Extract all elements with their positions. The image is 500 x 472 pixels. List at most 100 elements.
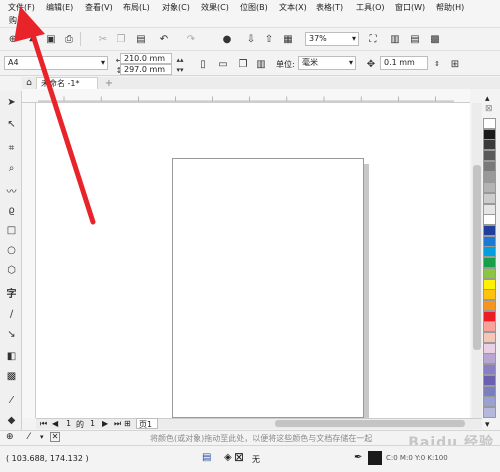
rectangle-tool-icon[interactable]: □ <box>4 223 19 238</box>
menu-tools[interactable]: 工具(O) <box>356 2 385 13</box>
no-color-swatch-icon[interactable]: ✕ <box>50 432 60 442</box>
show-rulers-icon[interactable]: ▥ <box>388 32 402 46</box>
publish-pdf-icon[interactable]: ▦ <box>281 32 295 46</box>
undo-icon[interactable]: ↶ <box>157 32 171 46</box>
menu-table[interactable]: 表格(T) <box>316 2 343 13</box>
add-page-icon[interactable]: ⊞ <box>124 419 131 428</box>
first-page-icon[interactable]: ⏮ <box>40 419 47 429</box>
import-icon[interactable]: ⇩ <box>244 32 258 46</box>
color-swatch[interactable] <box>483 364 496 376</box>
freehand-tool-icon[interactable]: 〰 <box>4 183 19 198</box>
palette-scroll-up-icon[interactable]: ▴ <box>485 94 490 104</box>
color-swatch[interactable] <box>483 128 496 140</box>
color-swatch[interactable] <box>483 406 496 418</box>
pick-tool-icon[interactable]: ➤ <box>4 95 19 110</box>
color-swatch[interactable] <box>483 385 496 397</box>
no-color-icon[interactable]: ⊠ <box>485 104 493 114</box>
page-height-field[interactable]: 297.0 mm <box>120 64 172 75</box>
open-folder-icon[interactable]: ▰ <box>26 32 40 46</box>
transparency-icon[interactable]: ▩ <box>4 369 19 384</box>
page-width-field[interactable]: 210.0 mm <box>120 53 172 64</box>
menu-text[interactable]: 文本(X) <box>279 2 307 13</box>
shape-tool-icon[interactable]: ↖ <box>4 117 19 132</box>
color-swatch[interactable] <box>483 332 496 343</box>
color-swatch[interactable] <box>483 321 496 333</box>
export-icon[interactable]: ⇧ <box>262 32 276 46</box>
text-tool-icon[interactable]: 字 <box>4 285 19 300</box>
copy-icon[interactable]: ❐ <box>114 32 128 46</box>
color-swatch[interactable] <box>483 139 496 151</box>
color-swatch[interactable] <box>483 342 496 354</box>
current-page-icon[interactable]: ▥ <box>254 57 268 71</box>
document-tab[interactable]: 未命名 -1* <box>36 77 98 89</box>
ellipse-tool-icon[interactable]: ○ <box>4 243 19 258</box>
previous-page-icon[interactable]: ◀ <box>52 419 58 428</box>
color-swatch[interactable] <box>483 374 496 386</box>
color-swatch[interactable] <box>483 299 496 311</box>
color-swatch[interactable] <box>483 160 496 172</box>
color-swatch[interactable] <box>483 235 496 247</box>
home-icon[interactable]: ⌂ <box>22 76 36 90</box>
menu-object[interactable]: 对象(C) <box>162 2 190 13</box>
connector-tool-icon[interactable]: ↘ <box>4 327 19 342</box>
fill-tool-icon[interactable]: ◆ <box>4 413 19 428</box>
search-content-icon[interactable]: ● <box>220 32 234 46</box>
landscape-icon[interactable]: ▭ <box>216 57 230 71</box>
color-swatch[interactable] <box>483 353 496 365</box>
nudge-distance-field[interactable]: 0.1 mm <box>380 56 428 70</box>
snap-to-icon[interactable]: ▩ <box>428 32 442 46</box>
color-swatch[interactable] <box>483 267 496 279</box>
full-screen-icon[interactable]: ⛶ <box>366 32 380 46</box>
spin-icon[interactable]: ⇕ <box>430 57 444 71</box>
add-tab-icon[interactable]: + <box>102 76 116 90</box>
menu-edit[interactable]: 编辑(E) <box>46 2 73 13</box>
color-swatch[interactable] <box>483 310 496 322</box>
vertical-scroll-thumb[interactable] <box>473 165 481 350</box>
redo-icon[interactable]: ↷ <box>184 32 198 46</box>
horizontal-scroll-thumb[interactable] <box>275 420 465 427</box>
print-icon[interactable]: ⎙ <box>62 32 76 46</box>
color-swatch[interactable] <box>483 214 496 226</box>
color-swatch[interactable] <box>483 278 496 290</box>
palette-scroll-down-icon[interactable]: ▾ <box>485 420 490 430</box>
document-page[interactable] <box>172 158 364 418</box>
page-tab[interactable]: 页1 <box>136 418 158 429</box>
menu-window[interactable]: 窗口(W) <box>395 2 425 13</box>
zoom-tool-icon[interactable]: ⌕ <box>4 161 19 176</box>
color-swatch[interactable] <box>483 150 496 162</box>
crop-tool-icon[interactable]: ⌗ <box>4 141 19 156</box>
polygon-tool-icon[interactable]: ⬡ <box>4 263 19 278</box>
zoom-field[interactable]: 37% ▾ <box>305 32 359 46</box>
menu-buy[interactable]: 购买 <box>9 15 25 26</box>
color-swatch[interactable] <box>483 118 496 129</box>
color-swatch[interactable] <box>483 182 496 194</box>
color-swatch[interactable] <box>483 192 496 204</box>
paste-icon[interactable]: ▤ <box>134 32 148 46</box>
color-swatch[interactable] <box>483 396 496 408</box>
menu-help[interactable]: 帮助(H) <box>436 2 464 13</box>
new-document-icon[interactable]: ⊕ <box>6 32 20 46</box>
color-swatch[interactable] <box>483 171 496 183</box>
color-swatch[interactable] <box>483 246 496 258</box>
portrait-icon[interactable]: ▯ <box>196 57 210 71</box>
units-select[interactable]: 毫米 ▾ <box>298 56 356 70</box>
artistic-media-icon[interactable]: ϱ <box>4 203 19 218</box>
color-swatch[interactable] <box>483 257 496 269</box>
drop-shadow-icon[interactable]: ◧ <box>4 349 19 364</box>
next-page-icon[interactable]: ▶ <box>102 419 108 428</box>
eyedropper-icon[interactable]: ⁄ <box>28 432 30 442</box>
menu-bitmap[interactable]: 位图(B) <box>240 2 268 13</box>
save-icon[interactable]: ▣ <box>44 32 58 46</box>
page-size-select[interactable]: A4 ▾ <box>4 56 108 70</box>
last-page-icon[interactable]: ⏭ <box>114 419 121 429</box>
menu-file[interactable]: 文件(F) <box>8 2 35 13</box>
color-swatch[interactable] <box>483 203 496 215</box>
color-swatch[interactable] <box>483 289 496 301</box>
menu-effects[interactable]: 效果(C) <box>201 2 229 13</box>
eyedropper-icon[interactable]: ⁄ <box>4 393 19 408</box>
parallel-dimension-icon[interactable]: ∕ <box>4 307 19 322</box>
chevron-down-icon[interactable]: ▾ <box>40 433 44 441</box>
options-icon[interactable]: ▤ <box>408 32 422 46</box>
cut-icon[interactable]: ✂ <box>96 32 110 46</box>
spin-down-icon[interactable]: ▾▾ <box>173 63 187 77</box>
